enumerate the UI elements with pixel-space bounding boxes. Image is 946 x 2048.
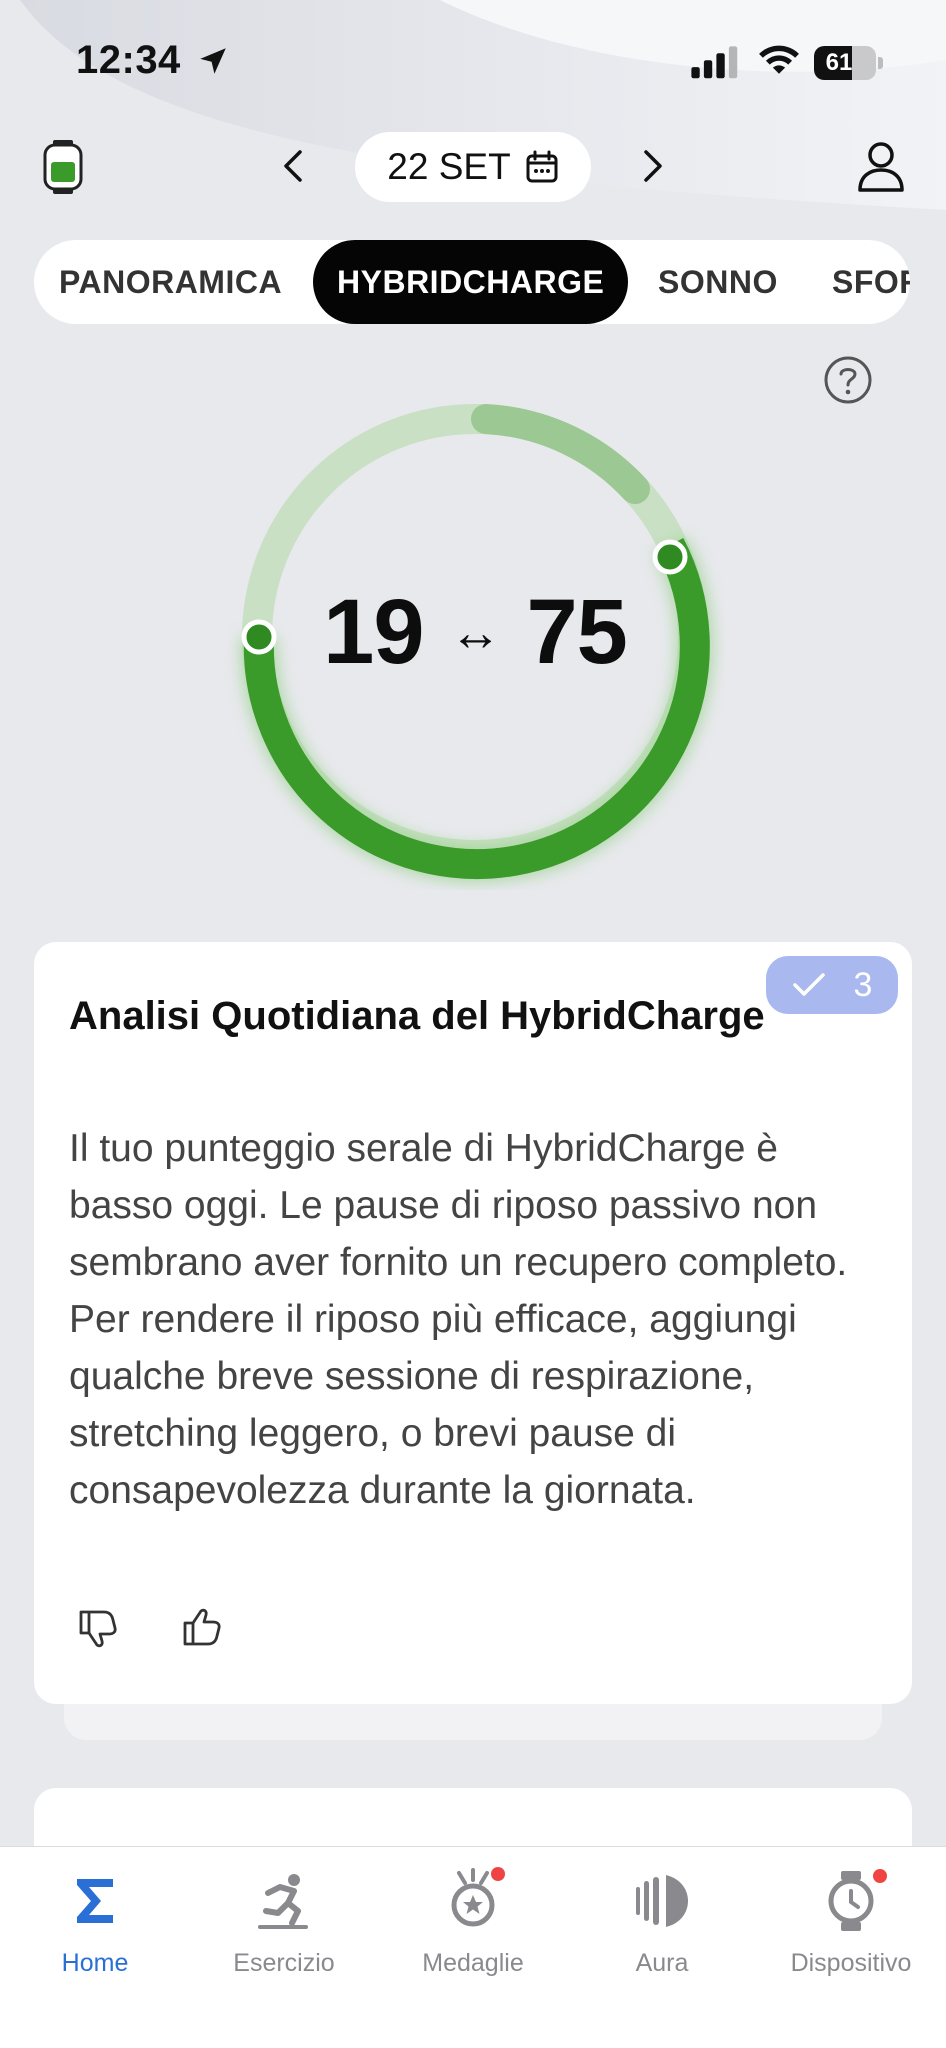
notification-dot: [491, 1867, 505, 1881]
sigma-icon: [77, 1879, 113, 1923]
status-time: 12:34: [76, 38, 181, 82]
date-selector[interactable]: 22 SET: [355, 132, 591, 202]
card-title: Analisi Quotidiana del HybridCharge: [69, 994, 765, 1038]
bottom-navigation: Home Esercizio Medaglie Aura Dispositivo: [0, 1846, 946, 2048]
card-body-text: Il tuo punteggio serale di HybridCharge …: [69, 1127, 848, 1512]
gauge-low-value: 19: [323, 581, 424, 683]
previous-day-button[interactable]: [272, 144, 316, 188]
watch-battery-icon[interactable]: [42, 140, 84, 194]
help-icon[interactable]: [823, 355, 873, 405]
nav-dispositivo[interactable]: Dispositivo: [756, 1867, 946, 1978]
nav-home[interactable]: Home: [0, 1867, 190, 1978]
notification-dot: [873, 1869, 887, 1883]
tab-hybridcharge[interactable]: HYBRIDCHARGE: [313, 240, 629, 324]
gauge-end-marker: [652, 539, 688, 575]
thumbs-down-icon[interactable]: [76, 1606, 120, 1650]
check-icon: [792, 973, 825, 996]
nav-esercizio[interactable]: Esercizio: [189, 1867, 379, 1978]
next-day-button[interactable]: [630, 144, 674, 188]
calendar-icon: [526, 150, 558, 183]
tab-sonno[interactable]: SONNO: [658, 240, 778, 324]
gauge-range-value: 19 ↔ 75: [245, 580, 705, 685]
nav-aura-label: Aura: [635, 1949, 689, 1977]
tab-panoramica[interactable]: PANORAMICA: [59, 240, 282, 324]
nav-home-label: Home: [61, 1949, 129, 1977]
profile-icon[interactable]: [856, 140, 906, 194]
battery-indicator: 61: [814, 46, 884, 80]
cellular-signal-icon: [691, 46, 738, 79]
location-arrow-icon: [200, 48, 226, 74]
nav-medaglie-label: Medaglie: [422, 1949, 524, 1977]
nav-esercizio-label: Esercizio: [233, 1949, 335, 1977]
nav-aura[interactable]: Aura: [567, 1867, 757, 1978]
tab-sforzo[interactable]: SFOR: [832, 240, 910, 324]
status-bar: 12:34 61: [0, 0, 946, 120]
aura-icon: [636, 1875, 688, 1927]
wifi-icon: [759, 45, 799, 74]
runner-icon: [258, 1874, 308, 1929]
gauge-high-value: 75: [526, 581, 628, 683]
range-arrow: ↔: [449, 603, 502, 662]
thumbs-up-icon[interactable]: [180, 1606, 224, 1650]
battery-level: 61: [825, 49, 853, 76]
section-tabs: PANORAMICA HYBRIDCHARGE SONNO SFOR: [34, 240, 910, 324]
badge-count: 3: [853, 965, 873, 1004]
watch-device-icon: [817, 1867, 887, 1935]
nav-dispositivo-label: Dispositivo: [790, 1949, 912, 1977]
medal-icon: [439, 1867, 507, 1935]
nav-medaglie[interactable]: Medaglie: [378, 1867, 568, 1978]
date-label: 22 SET: [387, 146, 511, 187]
